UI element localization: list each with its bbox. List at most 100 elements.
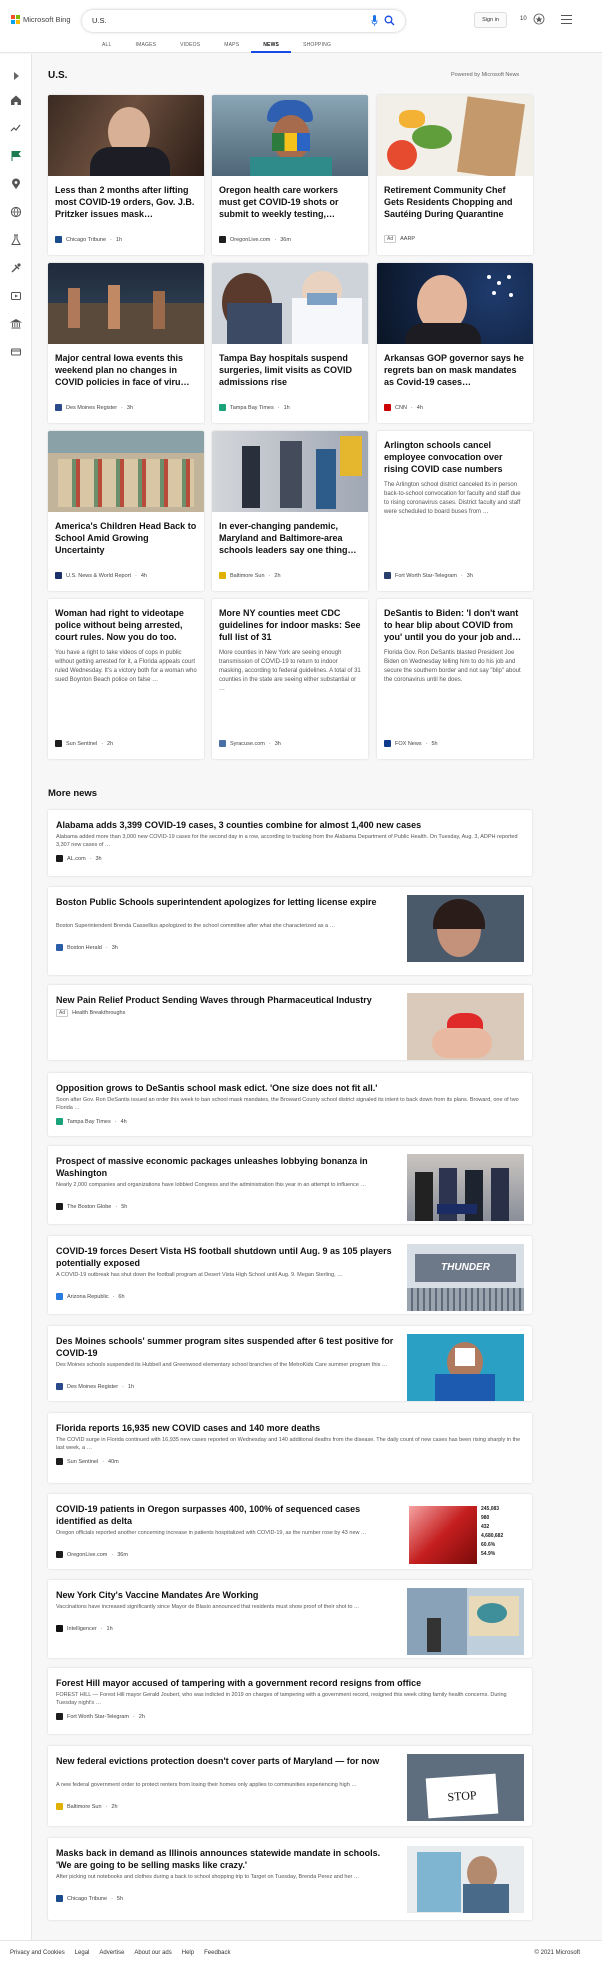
news-title[interactable]: Opposition grows to DeSantis school mask… <box>56 1082 524 1094</box>
news-source[interactable]: Des Moines Register · 1h <box>56 1383 134 1390</box>
news-source[interactable]: Chicago Tribune · 5h <box>56 1895 123 1902</box>
card-title[interactable]: America's Children Head Back to School A… <box>48 512 204 563</box>
news-card[interactable]: Tampa Bay hospitals suspend surgeries, l… <box>212 263 368 423</box>
card-source[interactable]: Chicago Tribune · 1h <box>55 236 122 243</box>
card-title[interactable]: DeSantis to Biden: 'I don't want to hear… <box>377 599 533 643</box>
card-title[interactable]: Woman had right to videotape police with… <box>48 599 204 643</box>
news-thumbnail[interactable]: 245,083 980 432 4,680,682 60.6% 54.9% <box>407 1502 524 1569</box>
card-source[interactable]: OregonLive.com · 36m <box>219 236 291 243</box>
footer-link-privacy-and-cookies[interactable]: Privacy and Cookies <box>10 1950 65 1956</box>
news-source[interactable]: Ad Health Breakthroughs <box>56 1009 125 1017</box>
news-source[interactable]: Intelligencer · 1h <box>56 1625 113 1632</box>
tab-videos[interactable]: VIDEOS <box>168 42 212 53</box>
expand-icon[interactable] <box>10 70 22 82</box>
news-row[interactable]: New federal evictions protection doesn't… <box>48 1746 532 1826</box>
news-source[interactable]: The Boston Globe · 5h <box>56 1203 127 1210</box>
news-title[interactable]: COVID-19 forces Desert Vista HS football… <box>56 1245 396 1269</box>
news-source[interactable]: Baltimore Sun · 2h <box>56 1803 118 1810</box>
search-icon[interactable] <box>384 15 395 26</box>
card-title[interactable]: Less than 2 months after lifting most CO… <box>48 176 204 227</box>
card-title[interactable]: Arlington schools cancel employee convoc… <box>377 431 533 475</box>
card-title[interactable]: More NY counties meet CDC guidelines for… <box>212 599 368 643</box>
news-source[interactable]: Fort Worth Star-Telegram · 2h <box>56 1713 145 1720</box>
rewards-count[interactable]: 10 <box>520 16 527 22</box>
card-image[interactable] <box>212 95 368 176</box>
news-title[interactable]: Forest Hill mayor accused of tampering w… <box>56 1677 524 1689</box>
news-source[interactable]: Tampa Bay Times · 4h <box>56 1118 127 1125</box>
news-card[interactable]: More NY counties meet CDC guidelines for… <box>212 599 368 759</box>
news-row[interactable]: New York City's Vaccine Mandates Are Wor… <box>48 1580 532 1658</box>
news-title[interactable]: Florida reports 16,935 new COVID cases a… <box>56 1422 524 1434</box>
news-title[interactable]: Masks back in demand as Illinois announc… <box>56 1847 396 1871</box>
card-source[interactable]: Ad AARP <box>384 235 415 243</box>
tab-maps[interactable]: MAPS <box>212 42 251 53</box>
card-title[interactable]: Oregon health care workers must get COVI… <box>212 176 368 227</box>
news-row[interactable]: COVID-19 forces Desert Vista HS football… <box>48 1236 532 1314</box>
news-title[interactable]: COVID-19 patients in Oregon surpasses 40… <box>56 1503 396 1527</box>
science-icon[interactable] <box>10 234 22 246</box>
news-card[interactable]: Woman had right to videotape police with… <box>48 599 204 759</box>
card-title[interactable]: Retirement Community Chef Gets Residents… <box>377 176 533 227</box>
card-source[interactable]: CNN · 4h <box>384 404 423 411</box>
news-card[interactable]: America's Children Head Back to School A… <box>48 431 204 591</box>
footer-link-feedback[interactable]: Feedback <box>204 1950 230 1956</box>
globe-icon[interactable] <box>10 206 22 218</box>
news-card[interactable]: Arlington schools cancel employee convoc… <box>377 431 533 591</box>
card-image[interactable] <box>48 431 204 512</box>
card-title[interactable]: Major central Iowa events this weekend p… <box>48 344 204 395</box>
footer-link-advertise[interactable]: Advertise <box>99 1950 124 1956</box>
news-row[interactable]: Prospect of massive economic packages un… <box>48 1146 532 1224</box>
news-title[interactable]: Alabama adds 3,399 COVID-19 cases, 3 cou… <box>56 819 524 831</box>
news-source[interactable]: Boston Herald · 3h <box>56 944 118 951</box>
card-image[interactable] <box>377 95 533 176</box>
news-thumbnail[interactable] <box>407 993 524 1060</box>
news-row[interactable]: Florida reports 16,935 new COVID cases a… <box>48 1413 532 1483</box>
footer-link-about-our-ads[interactable]: About our ads <box>134 1950 171 1956</box>
news-source[interactable]: Sun Sentinel · 40m <box>56 1458 119 1465</box>
card-title[interactable]: Tampa Bay hospitals suspend surgeries, l… <box>212 344 368 395</box>
card-source[interactable]: Baltimore Sun · 2h <box>219 572 281 579</box>
sign-in-button[interactable]: Sign in <box>474 12 507 28</box>
card-source[interactable]: U.S. News & World Report · 4h <box>55 572 147 579</box>
news-row[interactable]: Alabama adds 3,399 COVID-19 cases, 3 cou… <box>48 810 532 876</box>
news-title[interactable]: Boston Public Schools superintendent apo… <box>56 896 396 908</box>
news-thumbnail[interactable] <box>407 1154 524 1221</box>
news-title[interactable]: New federal evictions protection doesn't… <box>56 1755 396 1767</box>
home-icon[interactable] <box>10 94 22 106</box>
news-card[interactable]: DeSantis to Biden: 'I don't want to hear… <box>377 599 533 759</box>
news-title[interactable]: New York City's Vaccine Mandates Are Wor… <box>56 1589 396 1601</box>
news-row[interactable]: Forest Hill mayor accused of tampering w… <box>48 1668 532 1734</box>
news-source[interactable]: OregonLive.com · 36m <box>56 1551 128 1558</box>
card-source[interactable]: Des Moines Register · 3h <box>55 404 133 411</box>
news-thumbnail[interactable]: STOP <box>407 1754 524 1821</box>
mic-icon[interactable] <box>371 15 378 27</box>
tab-shopping[interactable]: SHOPPING <box>291 42 343 53</box>
card-image[interactable] <box>212 263 368 344</box>
search-input[interactable]: U.S. <box>92 16 107 25</box>
money-icon[interactable] <box>10 346 22 358</box>
news-row[interactable]: New Pain Relief Product Sending Waves th… <box>48 985 532 1060</box>
card-title[interactable]: Arkansas GOP governor says he regrets ba… <box>377 344 533 395</box>
card-source[interactable]: FOX News · 5h <box>384 740 438 747</box>
news-title[interactable]: New Pain Relief Product Sending Waves th… <box>56 994 396 1006</box>
card-title[interactable]: In ever-changing pandemic, Maryland and … <box>212 512 368 563</box>
card-image[interactable] <box>48 263 204 344</box>
news-card[interactable]: Arkansas GOP governor says he regrets ba… <box>377 263 533 423</box>
card-source[interactable]: Syracuse.com · 3h <box>219 740 281 747</box>
card-source[interactable]: Sun Sentinel · 2h <box>55 740 113 747</box>
news-source[interactable]: Arizona Republic · 6h <box>56 1293 125 1300</box>
news-card[interactable]: Retirement Community Chef Gets Residents… <box>377 95 533 255</box>
news-row[interactable]: Boston Public Schools superintendent apo… <box>48 887 532 975</box>
tab-images[interactable]: IMAGES <box>124 42 169 53</box>
card-image[interactable] <box>212 431 368 512</box>
news-title[interactable]: Des Moines schools' summer program sites… <box>56 1335 396 1359</box>
card-image[interactable] <box>48 95 204 176</box>
location-icon[interactable] <box>10 178 22 190</box>
tab-news[interactable]: NEWS <box>251 42 292 53</box>
news-thumbnail[interactable] <box>407 895 524 962</box>
rewards-icon[interactable] <box>533 13 545 25</box>
search-box[interactable]: U.S. <box>82 10 405 32</box>
footer-link-legal[interactable]: Legal <box>75 1950 90 1956</box>
news-title[interactable]: Prospect of massive economic packages un… <box>56 1155 396 1179</box>
tab-all[interactable]: ALL <box>90 42 124 53</box>
